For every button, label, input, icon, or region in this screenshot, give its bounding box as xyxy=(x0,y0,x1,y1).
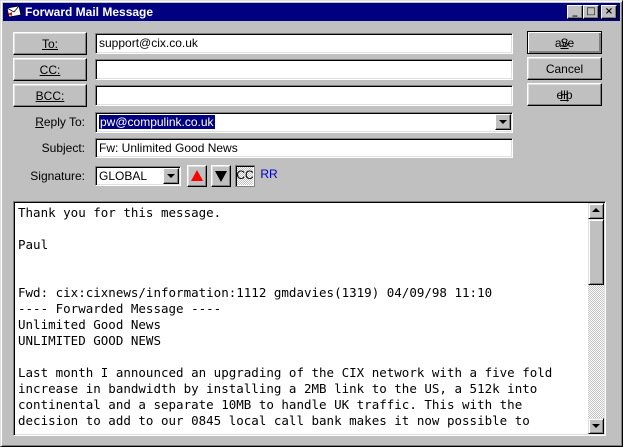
help-button-label: Help xyxy=(556,87,573,102)
scroll-down-button[interactable] xyxy=(588,418,604,434)
message-body-text: Thank you for this message. Paul Fwd: ci… xyxy=(18,205,553,428)
rr-toggle-label: RR xyxy=(260,167,278,181)
save-button-label: Save xyxy=(554,35,575,50)
move-up-button[interactable] xyxy=(187,165,207,187)
signature-value: GLOBAL xyxy=(99,169,148,183)
subject-label: Subject: xyxy=(41,141,85,155)
reply-to-dropdown[interactable]: pw@compulink.co.uk xyxy=(95,112,513,133)
cc-toggle-label: CC xyxy=(236,168,254,182)
forward-mail-window: Forward Mail Message _ □ × To: CC: BCC: … xyxy=(0,0,623,447)
scroll-up-button[interactable] xyxy=(588,203,604,219)
reply-to-value: pw@compulink.co.uk xyxy=(99,115,215,129)
signature-dropdown-arrow[interactable] xyxy=(163,168,179,184)
close-icon: × xyxy=(604,6,614,17)
move-down-button[interactable] xyxy=(211,165,231,187)
bcc-field[interactable] xyxy=(95,85,513,106)
scroll-thumb[interactable] xyxy=(588,219,604,285)
maximize-icon: □ xyxy=(586,6,596,17)
black-down-arrow-icon xyxy=(215,171,227,182)
close-button[interactable]: × xyxy=(601,5,617,19)
cc-button-label: CC: xyxy=(39,62,61,77)
cancel-button[interactable]: Cancel xyxy=(527,57,602,80)
help-button[interactable]: Help xyxy=(527,83,602,106)
to-field[interactable]: support@cix.co.uk xyxy=(95,33,513,54)
subject-field[interactable]: Fw: Unlimited Good News xyxy=(95,138,513,158)
bcc-button[interactable]: BCC: xyxy=(13,84,87,107)
bcc-button-label: BCC: xyxy=(35,88,65,103)
message-body[interactable]: Thank you for this message. Paul Fwd: ci… xyxy=(13,201,606,436)
save-button[interactable]: Save xyxy=(527,31,602,54)
cancel-button-label: Cancel xyxy=(545,61,584,76)
to-button-label: To: xyxy=(41,36,58,51)
red-up-arrow-icon xyxy=(191,170,203,181)
signature-dropdown[interactable]: GLOBAL xyxy=(95,166,181,186)
maximize-button[interactable]: □ xyxy=(583,5,599,19)
minimize-icon: _ xyxy=(572,6,578,17)
window-title: Forward Mail Message xyxy=(25,5,154,19)
cc-toggle-button[interactable]: CC xyxy=(235,165,255,187)
minimize-button[interactable]: _ xyxy=(567,5,583,19)
vertical-scrollbar[interactable] xyxy=(588,203,604,434)
reply-to-dropdown-arrow[interactable] xyxy=(495,114,511,130)
title-bar[interactable]: Forward Mail Message _ □ × xyxy=(3,3,620,21)
cc-button[interactable]: CC: xyxy=(13,58,87,81)
rr-toggle-button[interactable]: RR xyxy=(259,165,279,187)
reply-to-label: Reply To: xyxy=(35,115,85,129)
mail-icon xyxy=(6,5,22,18)
to-button[interactable]: To: xyxy=(13,32,87,55)
cc-field[interactable] xyxy=(95,59,513,80)
signature-label: Signature: xyxy=(30,169,85,183)
